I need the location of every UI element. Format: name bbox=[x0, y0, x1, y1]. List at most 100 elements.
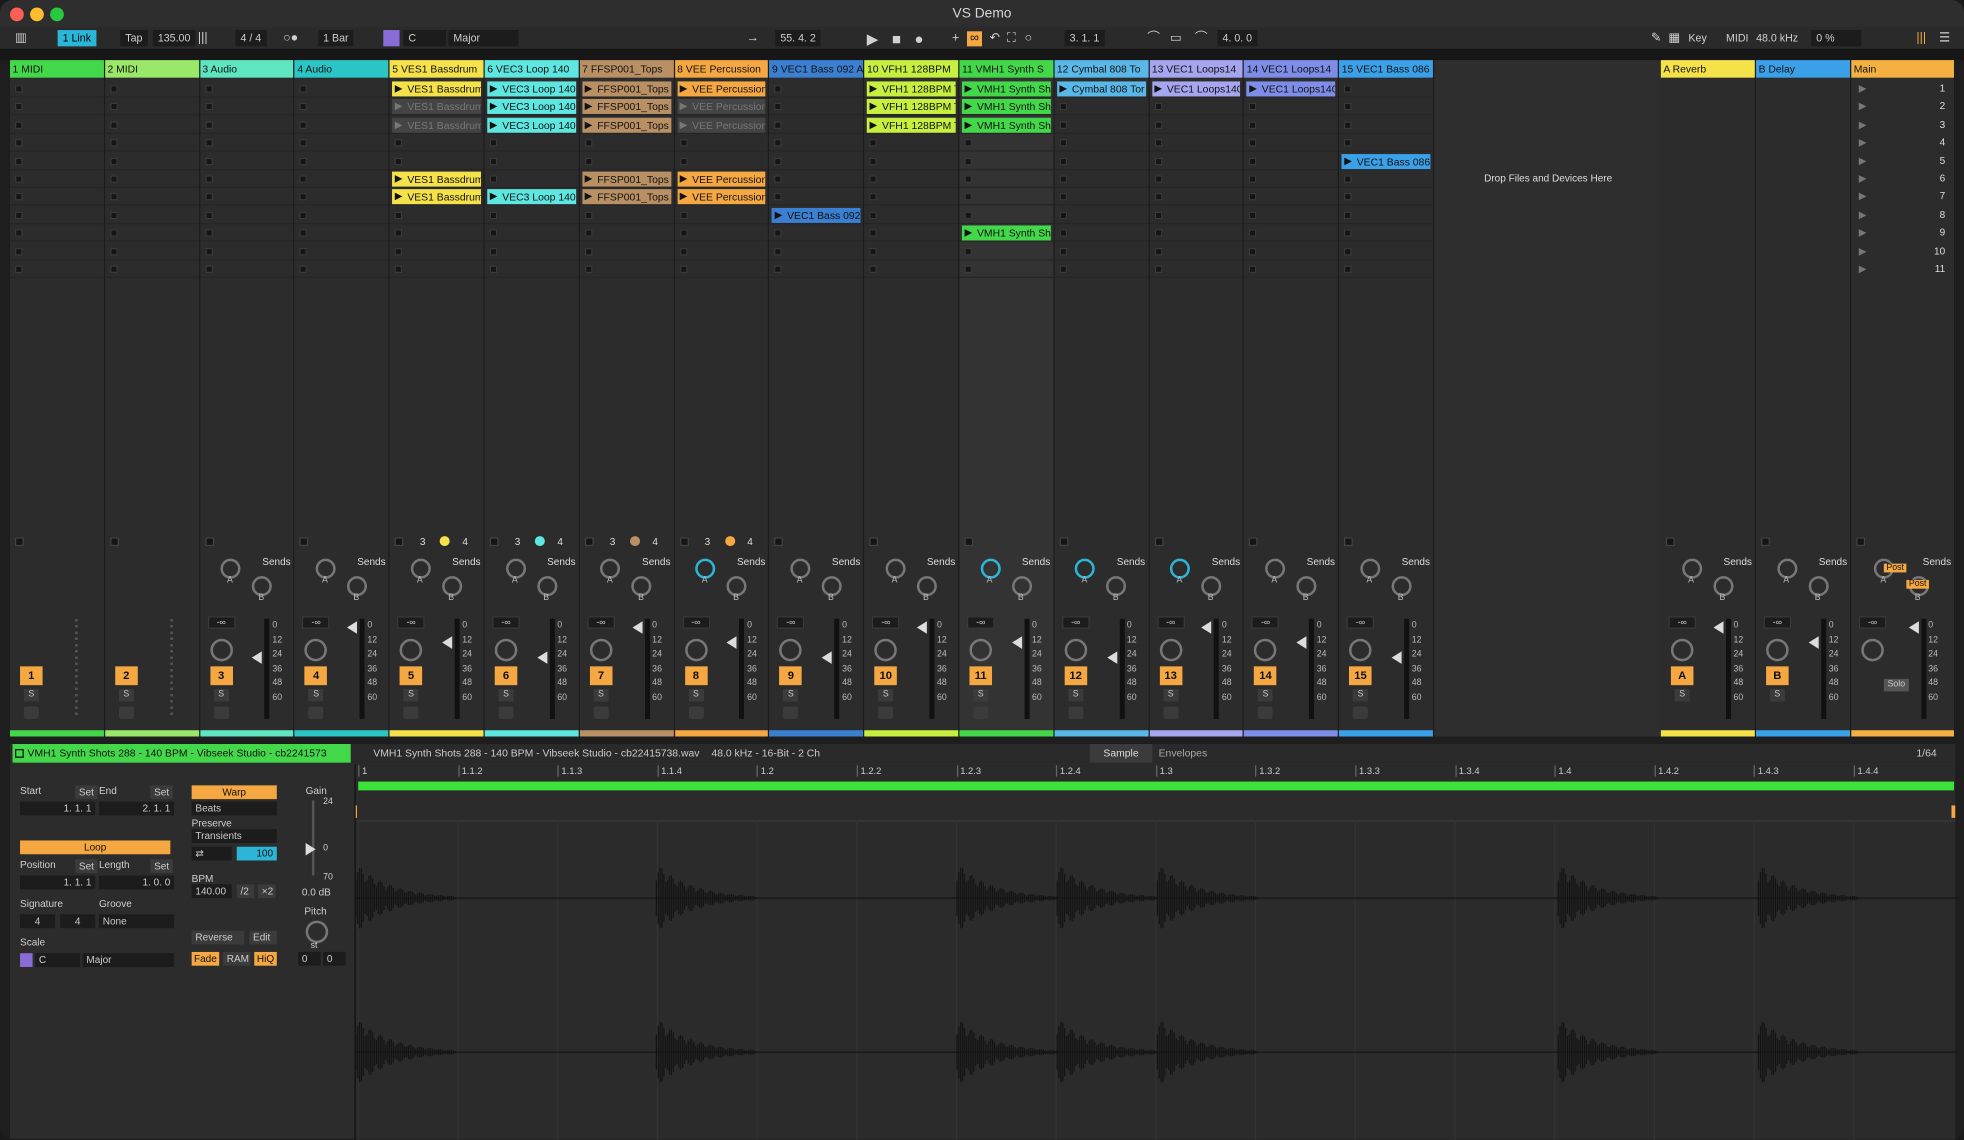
clip-slot[interactable] bbox=[1149, 242, 1244, 261]
arm-button[interactable] bbox=[1163, 706, 1179, 719]
clip-slot[interactable]: ▶ VEE Percussion bbox=[674, 188, 769, 206]
transpose-field[interactable]: 0 bbox=[298, 951, 321, 966]
track-header[interactable]: 14 VEC1 Loops14 bbox=[1244, 60, 1338, 78]
clip[interactable]: ▶ VEC1 Bass 092 bbox=[772, 207, 861, 223]
quantize-menu[interactable]: 1 Bar bbox=[318, 30, 354, 47]
scene-number[interactable]: 5 bbox=[1940, 155, 1946, 166]
minimize-window-button[interactable] bbox=[30, 7, 44, 22]
clip-stop-icon[interactable] bbox=[204, 175, 213, 183]
clip-stop-icon[interactable] bbox=[679, 247, 688, 256]
clip-slot[interactable] bbox=[959, 261, 1054, 279]
track-header[interactable]: 13 VEC1 Loops14 bbox=[1149, 60, 1244, 78]
clip-stop-icon[interactable] bbox=[299, 121, 308, 129]
clip-slot[interactable] bbox=[1149, 188, 1244, 206]
clip-play-icon[interactable]: ▶ bbox=[775, 208, 783, 223]
clip-slot[interactable]: ▶ VEC3 Loop 140 bbox=[484, 188, 579, 206]
clip[interactable]: ▶ VEE Percussion bbox=[677, 117, 766, 133]
clip-stop-icon[interactable] bbox=[774, 175, 783, 183]
clip-stop-icon[interactable] bbox=[1154, 229, 1162, 237]
clip-slot[interactable] bbox=[10, 261, 104, 279]
clip-slot[interactable] bbox=[294, 80, 389, 98]
arm-button[interactable] bbox=[498, 706, 514, 719]
track-stop-button[interactable] bbox=[394, 537, 404, 547]
clip[interactable]: ▶ VEC3 Loop 140 bbox=[487, 81, 576, 97]
clip-stop-icon[interactable] bbox=[489, 211, 498, 219]
track-stop-button[interactable] bbox=[15, 537, 24, 547]
clip-slot[interactable] bbox=[10, 116, 104, 134]
clip-play-icon[interactable]: ▶ bbox=[395, 172, 403, 187]
clip-slot[interactable]: ▶ VEC3 Loop 140 bbox=[484, 80, 579, 98]
clip-slot[interactable] bbox=[199, 80, 294, 98]
clip-slot[interactable] bbox=[104, 224, 199, 242]
clip-stop-icon[interactable] bbox=[1249, 193, 1257, 201]
track-stop-button[interactable] bbox=[1856, 537, 1866, 547]
grid-setting[interactable]: 1/64 bbox=[1916, 744, 1936, 763]
clip-slot[interactable] bbox=[484, 242, 579, 261]
clip-key-select[interactable]: C bbox=[35, 953, 81, 967]
clip-stop-icon[interactable] bbox=[15, 85, 23, 93]
clip-play-icon[interactable]: ▶ bbox=[680, 99, 688, 114]
clip-stop-icon[interactable] bbox=[15, 211, 23, 219]
clip-play-icon[interactable]: ▶ bbox=[395, 99, 403, 114]
clip-slot[interactable] bbox=[864, 134, 959, 152]
track-activator[interactable]: 13 bbox=[1159, 666, 1182, 686]
clip[interactable]: ▶ VMH1 Synth Sh bbox=[961, 81, 1051, 97]
punch-in-icon[interactable]: ⌒ bbox=[1147, 31, 1160, 46]
clip-stop-icon[interactable] bbox=[15, 121, 23, 129]
start-field[interactable]: 1. 1. 1 bbox=[20, 801, 96, 816]
clip-stop-icon[interactable] bbox=[394, 247, 403, 256]
volume-fader[interactable] bbox=[916, 621, 927, 634]
solo-button[interactable]: S bbox=[403, 688, 419, 702]
clip-stop-icon[interactable] bbox=[489, 157, 498, 165]
track-activator[interactable]: A bbox=[1670, 666, 1694, 686]
clip-slot[interactable] bbox=[1149, 152, 1244, 170]
clip-slot[interactable] bbox=[104, 116, 199, 134]
punch-out-icon[interactable]: ⌒ bbox=[1195, 31, 1208, 46]
gain-handle[interactable] bbox=[305, 842, 316, 856]
clip-slot[interactable] bbox=[199, 224, 294, 242]
end-marker[interactable] bbox=[1951, 805, 1956, 818]
clip-slot[interactable] bbox=[959, 170, 1054, 188]
clip-slot[interactable] bbox=[1244, 170, 1338, 188]
pan-knob[interactable] bbox=[1349, 638, 1372, 662]
overdub-icon[interactable]: + bbox=[952, 31, 959, 46]
clip-stop-icon[interactable] bbox=[679, 211, 688, 219]
track-activator[interactable]: 9 bbox=[779, 666, 803, 686]
scene-number[interactable]: 6 bbox=[1940, 173, 1946, 184]
clip-slot[interactable] bbox=[864, 188, 959, 206]
clip-stop-icon[interactable] bbox=[1249, 121, 1257, 129]
clip-stop-icon[interactable] bbox=[1059, 211, 1067, 219]
clip-stop-icon[interactable] bbox=[1344, 121, 1352, 129]
clip[interactable]: ▶ VEE Percussion bbox=[677, 99, 766, 115]
groove-select[interactable]: None bbox=[98, 914, 175, 929]
clip-slot[interactable] bbox=[1339, 188, 1433, 206]
clip-stop-icon[interactable] bbox=[15, 193, 23, 201]
clip-slot[interactable] bbox=[10, 170, 104, 188]
clip-slot[interactable] bbox=[1339, 206, 1433, 224]
clip-play-icon[interactable]: ▶ bbox=[585, 99, 593, 114]
solo-button[interactable]: S bbox=[308, 688, 324, 702]
clip-slot[interactable] bbox=[484, 206, 579, 224]
volume-fader[interactable] bbox=[442, 636, 453, 649]
tempo-field[interactable]: 135.00 bbox=[152, 30, 196, 47]
loop-mode-select[interactable]: ⇄ bbox=[191, 846, 232, 861]
scene-launch-icon[interactable]: ▶ bbox=[1859, 83, 1867, 94]
clip-slot[interactable] bbox=[864, 261, 959, 279]
clip-stop-icon[interactable] bbox=[964, 265, 972, 274]
loop-start-field[interactable]: 3. 1. 1 bbox=[1064, 30, 1105, 47]
solo-button[interactable]: S bbox=[688, 688, 704, 702]
clip-stop-icon[interactable] bbox=[1249, 103, 1257, 111]
clip-stop-icon[interactable] bbox=[1059, 139, 1067, 147]
clip-stop-icon[interactable] bbox=[1059, 247, 1067, 256]
clip[interactable]: ▶ VEE Percussion bbox=[677, 81, 766, 97]
clip[interactable]: ▶ FFSP001_Tops bbox=[582, 117, 671, 133]
scene-launch-icon[interactable]: ▶ bbox=[1859, 191, 1867, 202]
track-activator[interactable]: 7 bbox=[589, 666, 613, 686]
clip-play-icon[interactable]: ▶ bbox=[585, 190, 593, 205]
pan-knob[interactable] bbox=[1254, 638, 1277, 662]
arm-button[interactable] bbox=[308, 706, 324, 719]
clip-play-icon[interactable]: ▶ bbox=[964, 226, 972, 241]
warp-button[interactable]: Warp bbox=[191, 785, 277, 800]
clip[interactable]: ▶ VEC3 Loop 140 bbox=[487, 117, 576, 133]
clip-slot[interactable] bbox=[199, 206, 294, 224]
